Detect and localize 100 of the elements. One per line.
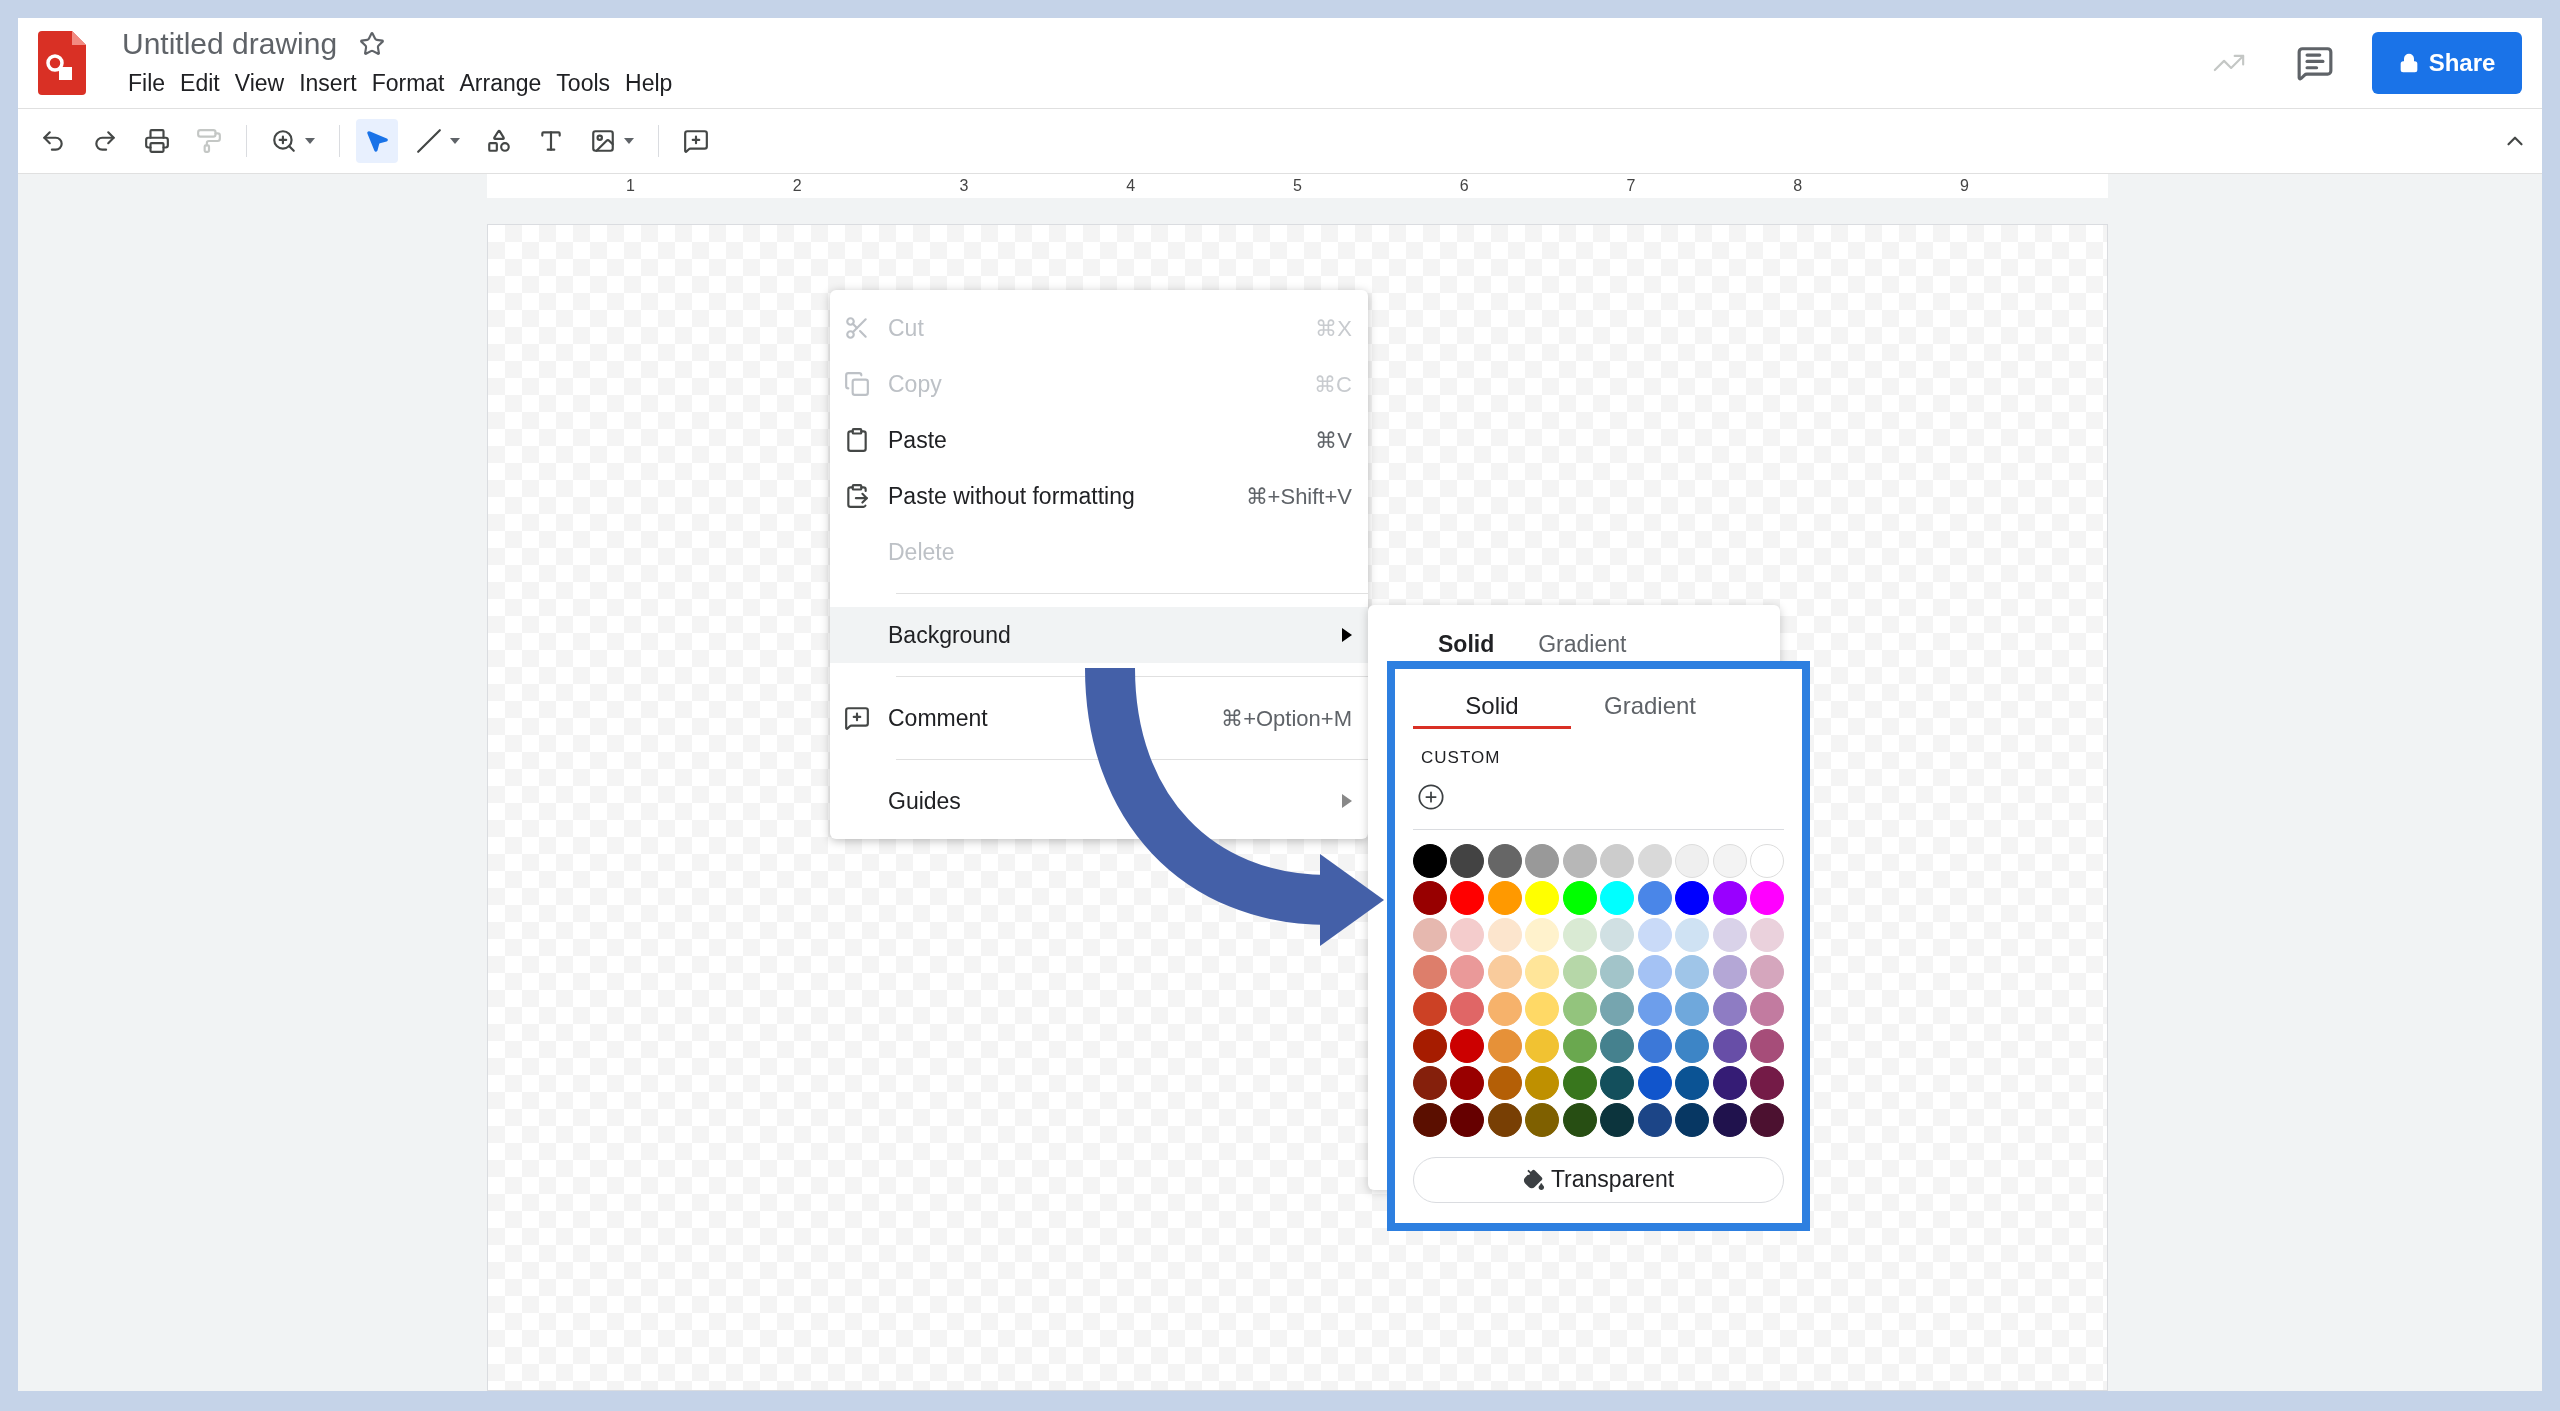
ruler-number: 5 xyxy=(1293,176,1302,196)
menu-item[interactable]: Help xyxy=(619,64,679,102)
ruler-number: 6 xyxy=(1459,176,1469,196)
color-swatch[interactable] xyxy=(1487,1028,1522,1063)
fill-tab[interactable]: Gradient xyxy=(1571,685,1729,729)
add-custom-color-icon[interactable] xyxy=(1417,782,1445,811)
color-swatch[interactable] xyxy=(1749,991,1784,1026)
shapes-icon xyxy=(486,128,512,154)
color-swatch[interactable] xyxy=(1712,991,1747,1026)
pointer-button[interactable] xyxy=(356,119,398,163)
color-swatch[interactable] xyxy=(1413,843,1447,878)
color-swatch[interactable] xyxy=(1600,954,1635,989)
menu-option[interactable]: Comment ⌘+Option+M xyxy=(830,663,1368,746)
color-swatch[interactable] xyxy=(1712,954,1747,989)
document-title[interactable]: Untitled drawing xyxy=(122,24,338,63)
add-comment-icon xyxy=(683,128,709,154)
color-swatch[interactable] xyxy=(1675,1028,1710,1063)
menu-option-label: Paste without formatting xyxy=(888,481,1135,511)
menu-item[interactable]: Insert xyxy=(293,64,363,102)
color-swatch[interactable] xyxy=(1637,1028,1672,1063)
share-button[interactable]: Share xyxy=(2372,32,2522,94)
menu-option[interactable]: Paste without formatting ⌘+Shift+V xyxy=(830,468,1368,524)
color-swatch[interactable] xyxy=(1600,1065,1635,1100)
fill-tab[interactable]: Solid xyxy=(1413,685,1571,729)
menu-item[interactable]: Format xyxy=(365,64,451,102)
menu-option-label: Comment xyxy=(888,703,988,733)
color-swatch[interactable] xyxy=(1637,1102,1672,1137)
color-swatch[interactable] xyxy=(1675,991,1710,1026)
ruler-number: 9 xyxy=(1960,176,1969,196)
color-swatch[interactable] xyxy=(1525,1102,1560,1137)
custom-section-label: CUSTOM xyxy=(1421,747,1502,769)
menu-option[interactable]: Guides xyxy=(830,746,1368,829)
color-swatch[interactable] xyxy=(1525,843,1560,878)
color-swatch[interactable] xyxy=(1450,1028,1485,1063)
color-swatch[interactable] xyxy=(1675,880,1710,915)
undo-icon xyxy=(40,128,66,154)
line-icon xyxy=(416,128,442,154)
color-swatch[interactable] xyxy=(1600,1028,1635,1063)
color-swatch[interactable] xyxy=(1712,1065,1747,1100)
color-swatch[interactable] xyxy=(1712,880,1747,915)
color-swatch[interactable] xyxy=(1413,991,1447,1026)
color-swatch[interactable] xyxy=(1413,880,1447,915)
color-swatch[interactable] xyxy=(1450,954,1485,989)
color-swatch[interactable] xyxy=(1675,1065,1710,1100)
menu-item[interactable]: File xyxy=(122,64,172,102)
fill-tab[interactable]: Solid xyxy=(1438,627,1495,661)
color-swatch[interactable] xyxy=(1562,1065,1597,1100)
color-swatch[interactable] xyxy=(1749,1065,1784,1100)
color-swatch[interactable] xyxy=(1413,954,1447,989)
color-swatch[interactable] xyxy=(1450,843,1485,878)
ruler-number: 1 xyxy=(625,176,635,196)
color-swatch[interactable] xyxy=(1562,1102,1597,1137)
color-swatch[interactable] xyxy=(1450,1102,1485,1137)
color-swatch[interactable] xyxy=(1600,1102,1635,1137)
app-logo[interactable] xyxy=(38,31,86,95)
color-swatch[interactable] xyxy=(1675,1102,1710,1137)
color-swatch[interactable] xyxy=(1749,1028,1784,1063)
menu-item[interactable]: Arrange xyxy=(453,64,548,102)
fill-tab[interactable]: Gradient xyxy=(1538,627,1627,661)
color-swatch[interactable] xyxy=(1450,991,1485,1026)
clipboard-icon xyxy=(844,427,870,453)
keyboard-shortcut: ⌘+Option+M xyxy=(1221,704,1352,733)
color-swatch[interactable] xyxy=(1562,991,1597,1026)
menu-option-label: Copy xyxy=(888,369,942,399)
ruler-number: 2 xyxy=(792,176,802,196)
copy-icon xyxy=(844,371,870,397)
menu-option-label: Paste xyxy=(888,425,947,455)
color-swatch[interactable] xyxy=(1637,991,1672,1026)
comments-icon[interactable] xyxy=(2296,44,2334,82)
color-swatch[interactable] xyxy=(1525,1065,1560,1100)
dropdown-caret-icon xyxy=(305,138,315,144)
menu-item[interactable]: Edit xyxy=(174,64,226,102)
color-swatch[interactable] xyxy=(1749,954,1784,989)
ruler-number: 8 xyxy=(1793,176,1803,196)
color-swatch[interactable] xyxy=(1450,1065,1485,1100)
menu-option-label: Guides xyxy=(888,786,961,816)
color-swatch[interactable] xyxy=(1600,991,1635,1026)
color-swatch[interactable] xyxy=(1637,1065,1672,1100)
color-swatch[interactable] xyxy=(1562,1028,1597,1063)
menu-item[interactable]: Tools xyxy=(550,64,617,102)
color-swatch[interactable] xyxy=(1487,880,1522,915)
dropdown-caret-icon xyxy=(624,138,634,144)
color-swatch[interactable] xyxy=(1712,1028,1747,1063)
color-swatch[interactable] xyxy=(1487,843,1522,878)
color-swatch[interactable] xyxy=(1450,880,1485,915)
color-swatch[interactable] xyxy=(1562,843,1597,878)
color-swatch[interactable] xyxy=(1487,1102,1522,1137)
paint-bucket-icon xyxy=(1522,1168,1545,1191)
color-swatch[interactable] xyxy=(1749,1102,1784,1137)
color-swatch[interactable] xyxy=(1712,1102,1747,1137)
color-swatch[interactable] xyxy=(1487,1065,1522,1100)
color-swatch[interactable] xyxy=(1413,1102,1447,1137)
color-swatch[interactable] xyxy=(1749,880,1784,915)
pointer-icon xyxy=(364,128,390,154)
menu-item[interactable]: View xyxy=(228,64,291,102)
menu-option[interactable]: Paste ⌘V xyxy=(830,412,1368,468)
star-icon[interactable] xyxy=(359,30,386,57)
color-swatch[interactable] xyxy=(1413,1028,1447,1063)
color-swatch[interactable] xyxy=(1413,1065,1447,1100)
color-swatch[interactable] xyxy=(1637,880,1672,915)
